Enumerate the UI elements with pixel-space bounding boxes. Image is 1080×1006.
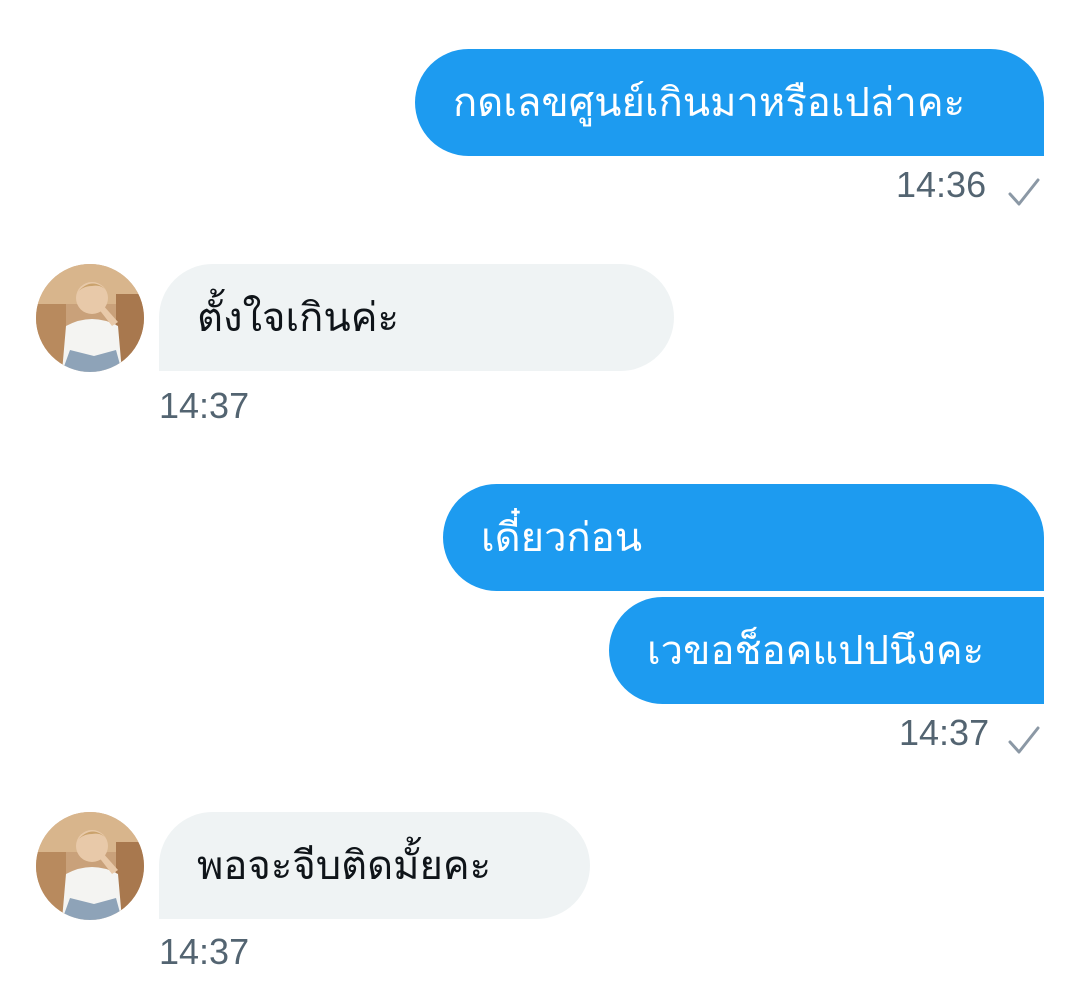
user-avatar[interactable] xyxy=(36,264,144,372)
message-timestamp: 14:36 xyxy=(896,164,987,205)
checkmark-icon xyxy=(1008,726,1040,754)
message-text: ตั้งใจเกินค่ะ xyxy=(197,294,399,341)
avatar-image xyxy=(36,812,144,920)
message-text: พอจะจีบติดมั้ยคะ xyxy=(197,842,492,889)
incoming-message-bubble[interactable]: พอจะจีบติดมั้ยคะ xyxy=(159,812,590,919)
outgoing-message-bubble[interactable]: เดี๋ยวก่อน xyxy=(443,484,1044,591)
checkmark-icon xyxy=(1008,178,1040,206)
message-text: เวขอช็อคแปปนึงคะ xyxy=(647,627,985,674)
message-timestamp: 14:37 xyxy=(159,931,250,972)
user-avatar[interactable] xyxy=(36,812,144,920)
message-timestamp: 14:37 xyxy=(899,712,990,753)
incoming-message-bubble[interactable]: ตั้งใจเกินค่ะ xyxy=(159,264,674,371)
message-text: กดเลขศูนย์เกินมาหรือเปล่าคะ xyxy=(453,79,966,126)
message-timestamp: 14:37 xyxy=(159,385,250,426)
avatar-image xyxy=(36,264,144,372)
outgoing-message-bubble[interactable]: กดเลขศูนย์เกินมาหรือเปล่าคะ xyxy=(415,49,1044,156)
outgoing-message-bubble[interactable]: เวขอช็อคแปปนึงคะ xyxy=(609,597,1044,704)
message-text: เดี๋ยวก่อน xyxy=(481,514,643,561)
